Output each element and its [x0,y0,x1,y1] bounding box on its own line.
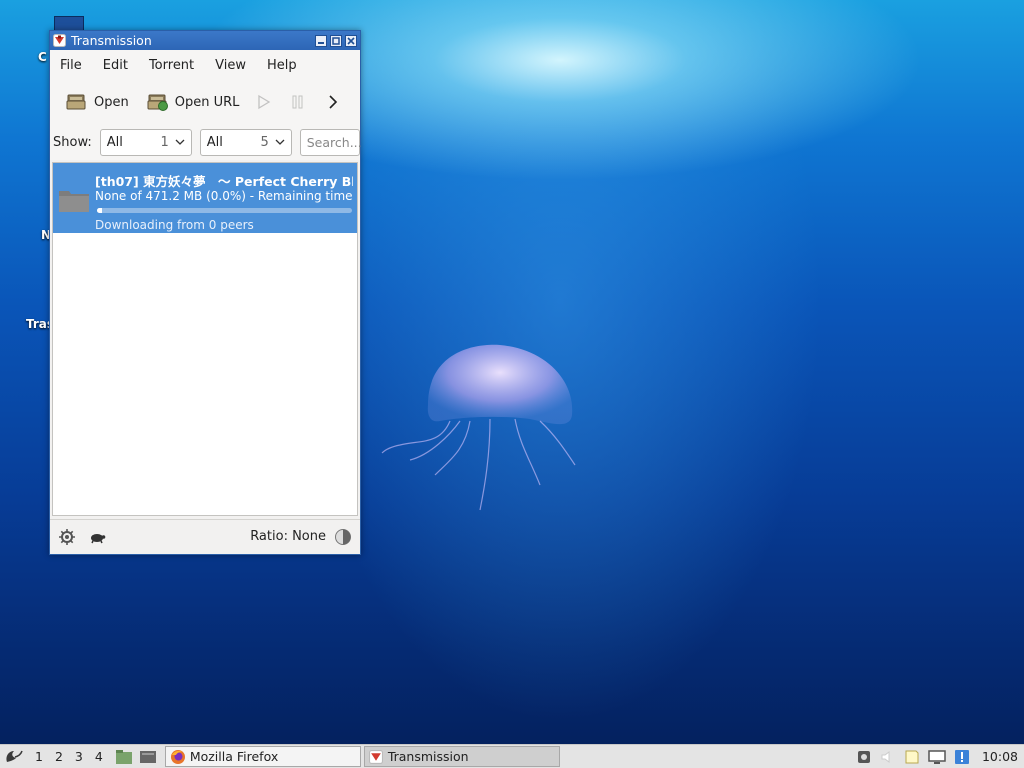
minimize-button[interactable] [315,34,327,47]
workspace-3[interactable]: 3 [75,749,83,764]
torrent-status: Downloading from 0 peers [95,218,254,232]
open-url-button-label: Open URL [174,94,240,110]
taskbar-item-transmission-label: Transmission [387,749,469,764]
gear-icon[interactable] [58,528,76,546]
volume-tray-icon[interactable] [880,749,896,765]
taskbar-item-transmission[interactable]: Transmission [363,746,560,767]
workspace-2[interactable]: 2 [55,749,63,764]
taskbar-item-firefox[interactable]: Mozilla Firefox [164,746,361,767]
notification-tray-icon[interactable] [954,749,970,765]
maximize-button[interactable] [330,34,342,47]
transmission-app-icon [368,749,383,764]
open-button[interactable]: Open [66,93,129,111]
menu-file[interactable]: File [60,58,82,73]
window-titlebar[interactable]: Transmission [50,31,360,50]
torrent-list: [th07] 東方妖々夢 ～ Perfect Cherry Bl... None… [52,162,358,516]
open-button-label: Open [94,94,129,110]
window-title: Transmission [71,33,152,48]
torrent-progress-text: None of 471.2 MB (0.0%) - Remaining time… [95,189,353,203]
system-tray: 10:08 [848,749,1024,765]
open-url-icon [147,94,168,111]
statusbar: Ratio: None [50,519,360,553]
screenshot-tray-icon[interactable] [856,749,872,765]
torrent-row[interactable]: [th07] 東方妖々夢 ～ Perfect Cherry Bl... None… [53,163,357,233]
taskbar-item-firefox-label: Mozilla Firefox [189,749,279,764]
chevron-right-icon [329,95,338,109]
filter-bar: Show: All 1 All 5 Search... [50,124,362,160]
folder-icon [59,191,89,212]
firefox-icon [170,749,185,764]
menu-view[interactable]: View [215,58,246,73]
pause-icon [292,95,303,109]
toolbar: Open Open URL [50,80,360,124]
workspace-4[interactable]: 4 [95,749,103,764]
open-url-button[interactable]: Open URL [147,93,240,111]
torrent-name: [th07] 東方妖々夢 ～ Perfect Cherry Bl... [95,174,353,189]
ratio-label: Ratio: None [250,529,326,544]
menubar: File Edit Torrent View Help [50,50,360,80]
toolbar-overflow-button[interactable] [327,94,339,110]
pause-button[interactable] [291,94,305,110]
transmission-app-icon [53,34,66,47]
menu-edit[interactable]: Edit [103,58,128,73]
play-icon [258,94,271,110]
turtle-icon[interactable] [88,530,106,544]
chevron-down-icon [275,139,285,145]
file-manager-icon[interactable] [115,749,133,765]
workspace-1[interactable]: 1 [35,749,43,764]
minimize-icon [318,41,324,44]
activity-filter-count: 1 [160,134,169,150]
chevron-down-icon [175,139,185,145]
menu-torrent[interactable]: Torrent [149,58,194,73]
show-label: Show: [53,134,92,150]
close-icon [347,36,355,45]
search-input[interactable]: Search... [299,128,362,156]
maximize-icon [332,36,340,45]
notes-tray-icon[interactable] [904,749,920,765]
torrent-progress-bar [97,208,352,213]
menu-help[interactable]: Help [267,58,297,73]
tracker-filter-value: All [206,134,223,150]
tracker-filter-count: 5 [260,134,269,150]
app-menu-icon[interactable] [3,748,25,766]
open-torrent-icon [66,94,86,110]
ratio-toggle-icon[interactable] [334,528,352,546]
close-button[interactable] [345,34,357,47]
clock: 10:08 [981,749,1018,764]
start-button[interactable] [257,94,271,110]
show-desktop-icon[interactable] [139,749,157,765]
display-tray-icon[interactable] [928,749,946,765]
tracker-filter-select[interactable]: All 5 [199,128,292,156]
activity-filter-value: All [106,134,123,150]
transmission-window: Transmission File Edit Torrent View Help… [49,30,362,555]
activity-filter-select[interactable]: All 1 [99,128,192,156]
torrent-progress-fill [97,208,103,213]
jellyfish-wallpaper-image [381,344,576,511]
taskbar: 1 2 3 4 Mozilla Firefox Transmission 10:… [0,744,1024,768]
